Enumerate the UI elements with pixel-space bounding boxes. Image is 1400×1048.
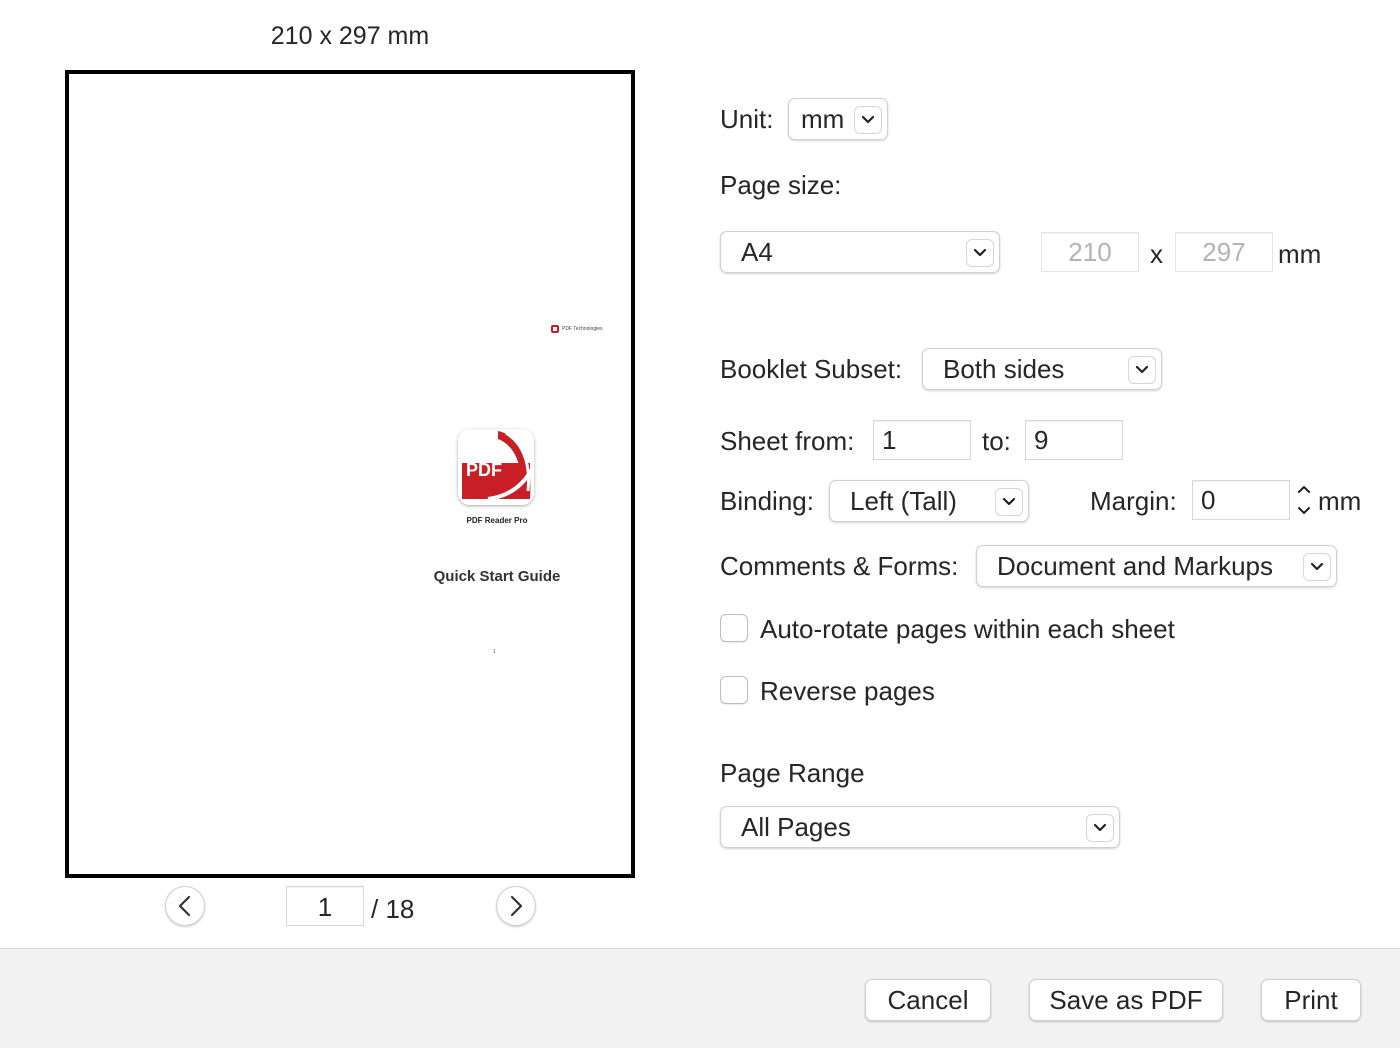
margin-stepper[interactable]	[1291, 479, 1317, 521]
chevron-down-icon	[1128, 356, 1156, 384]
page-brand-text: PDF Technologies	[562, 326, 603, 332]
unit-select[interactable]: mm	[788, 98, 888, 140]
reverse-pages-checkbox[interactable]	[720, 676, 748, 704]
stepper-up-icon[interactable]	[1298, 486, 1310, 493]
page-range-value: All Pages	[741, 811, 851, 842]
chevron-down-icon	[966, 239, 994, 267]
binding-label: Binding:	[720, 486, 814, 516]
margin-label: Margin:	[1090, 486, 1177, 516]
page-footnote-mark: 1	[493, 649, 496, 655]
sheet-to-field[interactable]: 9	[1025, 420, 1123, 460]
margin-unit-label: mm	[1318, 486, 1362, 516]
chevron-down-icon	[854, 106, 882, 134]
dimension-times-label: x	[1150, 239, 1163, 269]
previous-page-button[interactable]	[165, 886, 205, 926]
comments-forms-label: Comments & Forms:	[720, 551, 959, 581]
app-icon-text: PDF	[466, 460, 502, 480]
guide-title: Quick Start Guide	[433, 568, 561, 585]
chevron-right-icon	[510, 895, 523, 917]
app-name: PDF Reader Pro	[466, 516, 528, 525]
chevron-left-icon	[178, 895, 191, 917]
chevron-down-icon	[1086, 814, 1114, 842]
reverse-pages-label: Reverse pages	[760, 676, 935, 706]
binding-select[interactable]: Left (Tall)	[829, 480, 1029, 522]
chevron-down-icon	[1303, 553, 1331, 581]
page-size-select[interactable]: A4	[720, 231, 1000, 273]
page-height-field[interactable]: 297	[1175, 232, 1273, 272]
sheet-from-label: Sheet from:	[720, 426, 855, 456]
pdf-reader-pro-logo-icon: PDF	[458, 429, 534, 505]
save-as-pdf-button[interactable]: Save as PDF	[1029, 979, 1223, 1021]
dialog-footer: Cancel Save as PDF Print	[0, 948, 1400, 1048]
unit-label: Unit:	[720, 104, 774, 134]
margin-field[interactable]: 0	[1192, 480, 1290, 520]
chevron-down-icon	[995, 488, 1023, 516]
auto-rotate-checkbox[interactable]	[720, 614, 748, 642]
current-page-input[interactable]: 1	[286, 886, 364, 926]
comments-forms-value: Document and Markups	[997, 550, 1274, 581]
cancel-button[interactable]: Cancel	[865, 979, 991, 1021]
page-size-label: Page size:	[720, 170, 842, 200]
booklet-subset-value: Both sides	[943, 353, 1065, 384]
auto-rotate-label: Auto-rotate pages within each sheet	[760, 614, 1175, 644]
page-size-value: A4	[741, 236, 773, 267]
unit-value: mm	[801, 103, 845, 134]
page-size-unit-label: mm	[1278, 239, 1322, 269]
total-pages-label: / 18	[371, 894, 415, 924]
binding-value: Left (Tall)	[850, 485, 957, 516]
booklet-subset-label: Booklet Subset:	[720, 354, 903, 384]
next-page-button[interactable]	[496, 886, 536, 926]
page-range-select[interactable]: All Pages	[720, 806, 1120, 848]
preview-page-size-label: 210 x 297 mm	[270, 22, 430, 50]
booklet-subset-select[interactable]: Both sides	[922, 348, 1162, 390]
print-button[interactable]: Print	[1261, 979, 1361, 1021]
page-preview: PDF Technologies PDF PDF Reader Pro Quic…	[65, 70, 635, 878]
comments-forms-select[interactable]: Document and Markups	[976, 545, 1337, 587]
brand-logo-icon	[551, 325, 559, 333]
sheet-from-field[interactable]: 1	[873, 420, 971, 460]
page-brand-mark: PDF Technologies	[551, 325, 603, 333]
page-range-label: Page Range	[720, 758, 865, 788]
page-width-field[interactable]: 210	[1041, 232, 1139, 272]
sheet-to-label: to:	[982, 426, 1011, 456]
stepper-down-icon[interactable]	[1298, 507, 1310, 514]
